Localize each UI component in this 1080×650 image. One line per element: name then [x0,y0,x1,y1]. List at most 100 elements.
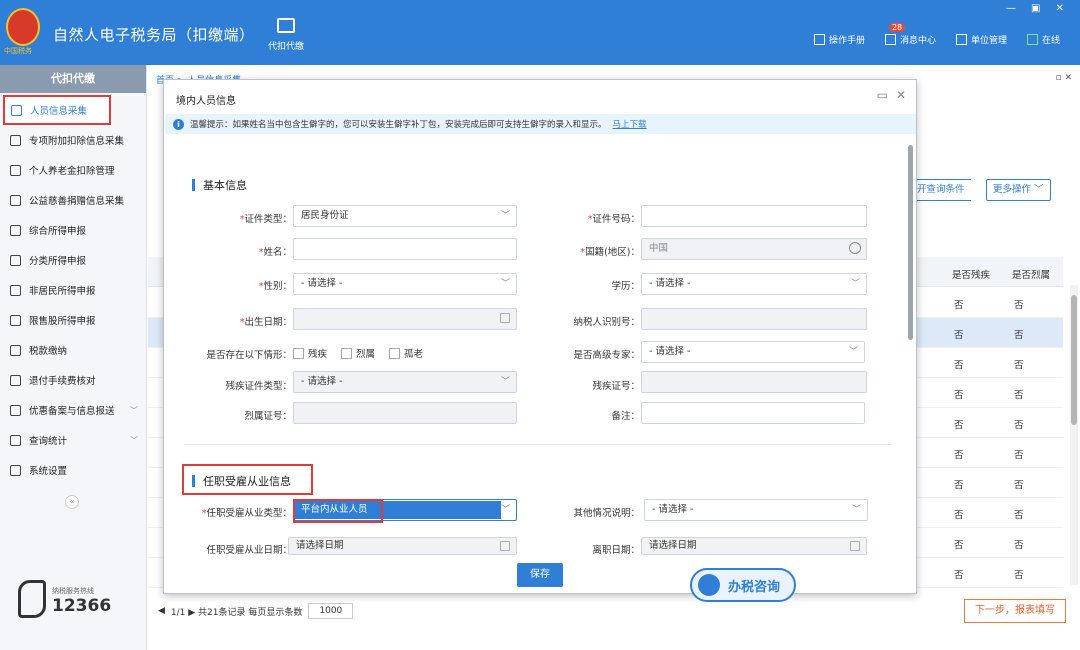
search-icon[interactable] [849,242,861,254]
id-type-label: *证件类型： [239,214,292,225]
cell: 否 [954,450,964,461]
more-query-button[interactable]: 开查询条件 [910,179,971,201]
app-title: 自然人电子税务局（扣缴端） [53,26,255,44]
download-link[interactable]: 马上下载 [613,118,647,130]
list-icon [10,134,21,146]
checkbox-label: 孤老 [404,349,424,360]
other-select[interactable]: - 请选择 - ﹀ [644,499,868,521]
sidebar-item-classified[interactable]: 分类所得申报 [0,245,146,275]
cell: 否 [1014,540,1024,551]
sidebar-item-preferential[interactable]: 优惠备案与信息报送 ﹀ [0,395,146,425]
name-input[interactable] [293,238,517,260]
col-header-martyr: 是否烈属 [1012,270,1051,281]
section-bar-icon [192,475,195,487]
martyr-cert-input[interactable] [293,402,517,424]
tab-close-controls[interactable]: ▫ ✕ [1055,73,1072,83]
page-size-input[interactable]: 1000 [308,603,354,619]
pager-prev-icon[interactable]: ◀ [158,606,165,616]
education-select[interactable]: - 请选择 - ﹀ [641,273,867,295]
next-step-button[interactable]: 下一步，报表填写 [964,599,1066,623]
checkbox-label: 烈属 [356,349,376,360]
remark-input[interactable] [641,402,865,424]
sidebar-item-pension[interactable]: 个人养老金扣除管理 [0,155,146,185]
gender-select[interactable]: - 请选择 - ﹀ [293,273,517,295]
close-icon[interactable]: ✕ [896,88,906,102]
table-scrollbar[interactable] [1070,285,1078,585]
label-text: 是否高级专家： [573,350,640,361]
online-status[interactable]: 在线 [1026,33,1060,46]
sidebar-item-query[interactable]: 查询统计 ﹀ [0,425,146,455]
remark-label: 备注： [520,408,640,422]
expert-select[interactable]: - 请选择 - ﹀ [641,341,865,363]
checkbox-box[interactable] [293,347,304,359]
phone-icon [18,580,46,618]
unit-label: 单位管理 [970,36,1007,46]
save-button[interactable]: 保存 [517,563,563,587]
more-operations-button[interactable]: 更多操作 ﹀ [986,179,1051,201]
cell: 否 [1014,510,1024,521]
sidebar-item-label: 非居民所得申报 [29,286,96,297]
calendar-icon[interactable] [850,541,860,551]
label-text: 是否存在以下情形： [206,350,292,361]
manual-label: 操作手册 [828,36,865,46]
sidebar-item-restricted[interactable]: 限售股所得申报 [0,305,146,335]
checkbox-box[interactable] [341,347,353,359]
calendar-icon[interactable] [500,541,510,551]
checkbox-box[interactable] [389,347,401,359]
window-controls[interactable]: — ▣ ✕ [1006,3,1070,14]
leave-date-label: 离职日期： [520,542,640,556]
topnav-withholding[interactable]: 代扣代缴 [262,18,310,52]
nationality-input[interactable]: 中国 [641,238,867,260]
leave-date-input[interactable]: 请选择日期 [641,537,867,555]
charity-icon [10,194,21,206]
taxpayer-id-input[interactable] [641,308,867,330]
field-value: 请选择日期 [296,540,344,551]
id-type-select[interactable]: 居民身份证 ﹀ [293,205,517,227]
cell: 否 [1014,450,1024,461]
pager: ◀ 1/1 ▶ 共21条记录 每页显示条数 1000 [158,603,354,619]
disability-cert-type-select[interactable]: - 请选择 - ﹀ [293,371,517,393]
tax-consult-button[interactable]: 办税咨询 [690,568,796,602]
calendar-icon[interactable] [500,313,510,323]
sidebar-item-refund[interactable]: 退付手续费核对 [0,365,146,395]
chevron-down-icon: ﹀ [848,347,858,357]
education-label: 学历： [520,278,640,292]
label-text: 离职日期： [592,545,640,556]
employ-date-input[interactable]: 请选择日期 [288,537,517,555]
checkbox-martyr[interactable]: 烈属 [341,346,375,360]
scrollbar-thumb[interactable] [1071,295,1077,425]
sidebar-item-settings[interactable]: 系统设置 [0,455,146,485]
title-bar: 中国税务 自然人电子税务局（扣缴端） 代扣代缴 — ▣ ✕ 操作手册 28 消息… [0,0,1080,65]
sidebar-item-comprehensive[interactable]: 综合所得申报 [0,215,146,245]
label-text: 备注： [611,411,640,422]
sidebar-item-charity[interactable]: 公益慈善捐赠信息采集 [0,185,146,215]
label-text: 其他情况说明： [573,508,640,519]
checkbox-elderly[interactable]: 孤老 [389,346,423,360]
id-no-input[interactable] [641,205,867,227]
birth-label: *出生日期： [239,317,292,328]
sidebar-item-label: 综合所得申报 [29,226,87,237]
disability-cert-no-label: 残疾证号： [520,378,640,392]
sidebar-item-person-info[interactable]: 人员信息采集 [3,95,111,125]
cell: 否 [954,390,964,401]
collapse-sidebar-button[interactable]: « [65,495,79,509]
sidebar-item-payment[interactable]: 税款缴纳 [0,335,146,365]
check-icon [1026,34,1038,45]
maximize-icon[interactable]: ▭ [877,88,888,102]
sidebar-item-label: 查询统计 [29,436,68,447]
martyr-cert-label: 烈属证号： [172,408,292,422]
checkbox-disabled[interactable]: 残疾 [293,346,327,360]
messages-button[interactable]: 28 消息中心 [884,23,936,46]
disability-cert-no-input[interactable] [641,371,867,393]
dialog-scrollbar[interactable] [907,140,914,552]
unit-management-button[interactable]: 单位管理 [955,33,1007,46]
pension-icon [10,164,21,176]
wallet-icon [277,18,295,33]
sidebar-item-special-deduction[interactable]: 专项附加扣除信息采集 [0,125,146,155]
sidebar-item-nonresident[interactable]: 非居民所得申报 [0,275,146,305]
gender-label: *性别： [258,281,292,292]
name-label: *姓名： [258,247,292,258]
birth-date-input[interactable] [293,308,517,330]
dialog-scrollbar-thumb[interactable] [908,145,913,340]
manual-button[interactable]: 操作手册 [813,33,865,46]
